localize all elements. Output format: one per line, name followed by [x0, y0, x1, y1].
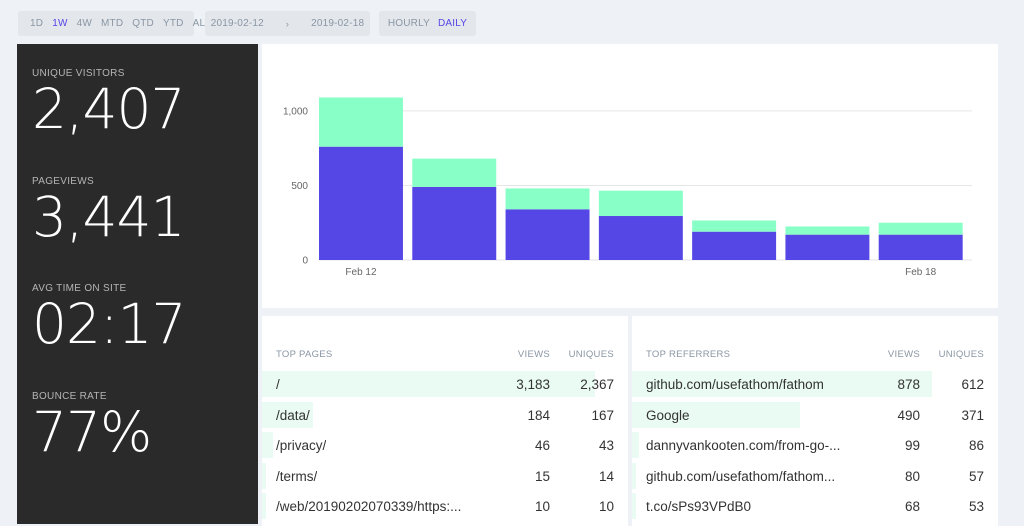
row-name[interactable]: / [276, 377, 280, 392]
bar-series2-feb-17[interactable] [785, 226, 870, 235]
row-share-bar [262, 462, 266, 489]
row-share-bar [632, 432, 640, 458]
table-header: TOP REFERRERS VIEWS UNIQUES [632, 349, 998, 361]
row-views: 99 [904, 438, 920, 453]
row-name[interactable]: dannyvankooten.com/from-go-... [646, 438, 840, 453]
row-name[interactable]: github.com/usefathom/fathom... [646, 469, 835, 484]
bar-series1-feb-15[interactable] [598, 216, 683, 260]
bar-series2-feb-14[interactable] [505, 188, 590, 210]
period-option-ytd[interactable]: YTD [163, 18, 184, 29]
col-header-views: VIEWS [887, 349, 920, 360]
table-row[interactable]: /web/20190202070339/https:... 10 10 [262, 493, 628, 521]
row-name[interactable]: /privacy/ [276, 438, 326, 453]
bar-series1-feb-17[interactable] [785, 234, 870, 260]
stat-value: 77% [32, 400, 152, 464]
row-uniques: 43 [598, 438, 614, 453]
row-views: 490 [897, 407, 920, 423]
bar-series2-feb-16[interactable] [692, 220, 777, 232]
table-row[interactable]: t.co/sPs93VPdB0 68 53 [632, 493, 998, 521]
bar-series1-feb-13[interactable] [412, 186, 497, 260]
row-name[interactable]: /terms/ [276, 469, 317, 484]
x-tick-label: Feb 18 [905, 267, 937, 278]
bar-series1-feb-18[interactable] [878, 234, 963, 260]
date-start[interactable]: 2019-02-12 [211, 18, 264, 29]
row-share-bar [632, 493, 636, 519]
period-option-4w[interactable]: 4W [77, 18, 92, 29]
bar-series2-feb-18[interactable] [878, 222, 963, 235]
table-row[interactable]: / 3,183 2,367 [262, 371, 628, 399]
bar-series1-feb-16[interactable] [692, 231, 777, 260]
row-uniques: 167 [591, 407, 614, 423]
stat-value: 02:17 [32, 292, 187, 356]
row-name[interactable]: github.com/usefathom/fathom [646, 377, 824, 392]
date-end[interactable]: 2019-02-18 [311, 18, 364, 29]
top-pages-table: TOP PAGES VIEWS UNIQUES / 3,183 2,367/data… [262, 316, 628, 526]
row-share-bar [262, 432, 273, 458]
period-selector: 1D 1W 4W MTD QTD YTD ALL [18, 11, 211, 36]
stat-pageviews: PAGEVIEWS 3,441 [32, 176, 185, 249]
bar-series1-feb-12[interactable] [319, 146, 403, 260]
stat-value: 2,407 [32, 77, 185, 141]
period-option-1d[interactable]: 1D [30, 18, 43, 29]
stat-avg-time-on-site: AVG TIME ON SITE 02:17 [32, 283, 187, 356]
interval-selector: HOURLY DAILY [379, 11, 476, 36]
row-uniques: 2,367 [580, 377, 614, 392]
row-views: 3,183 [516, 377, 550, 392]
row-name[interactable]: Google [646, 408, 690, 423]
row-uniques: 371 [961, 407, 984, 423]
bar-series2-feb-12[interactable] [319, 97, 403, 147]
period-option-1w[interactable]: 1W [52, 18, 67, 29]
bar-series2-feb-15[interactable] [598, 190, 683, 217]
row-views: 184 [527, 407, 550, 423]
interval-option-daily[interactable]: DAILY [438, 18, 467, 29]
date-range-picker[interactable]: 2019-02-12 › 2019-02-18 [205, 11, 370, 36]
y-tick-label: 1,000 [283, 106, 308, 117]
top-referrers-table: TOP REFERRERS VIEWS UNIQUES github.com/u… [632, 316, 998, 526]
table-row[interactable]: /terms/15 14 [262, 462, 628, 491]
x-tick-label: Feb 12 [345, 267, 377, 278]
table-row[interactable]: /data/184 167 [262, 401, 628, 430]
y-tick-label: 500 [291, 181, 308, 192]
row-uniques: 57 [968, 468, 984, 484]
chevron-right-icon: › [285, 18, 290, 29]
row-share-bar [262, 493, 266, 519]
col-header-uniques: UNIQUES [938, 349, 984, 360]
interval-option-hourly[interactable]: HOURLY [388, 18, 430, 29]
table-row[interactable]: github.com/usefathom/fathom 878 612 [632, 371, 998, 399]
y-tick-label: 0 [302, 256, 308, 267]
table-header: TOP PAGES VIEWS UNIQUES [262, 349, 628, 361]
row-views: 46 [534, 438, 550, 453]
table-row[interactable]: Google 490 371 [632, 401, 998, 430]
row-share-bar [632, 462, 636, 489]
period-option-mtd[interactable]: MTD [101, 18, 123, 29]
col-header-uniques: UNIQUES [568, 349, 614, 360]
bar-series1-feb-14[interactable] [505, 209, 590, 260]
row-views: 80 [904, 468, 920, 484]
pageviews-chart: 0 500 1,000 Feb 12 Feb 18 [283, 97, 972, 278]
row-views: 15 [534, 468, 550, 484]
row-views: 878 [897, 377, 920, 392]
col-header-views: VIEWS [517, 349, 550, 360]
row-uniques: 14 [598, 468, 614, 484]
col-header-name: TOP PAGES [276, 349, 333, 360]
bar-series2-feb-13[interactable] [412, 158, 497, 187]
row-name[interactable]: /data/ [276, 408, 310, 423]
stats-panel: UNIQUE VISITORS 2,407 PAGEVIEWS 3,441 AV… [17, 44, 258, 524]
stat-unique-visitors: UNIQUE VISITORS 2,407 [32, 68, 185, 141]
stat-bounce-rate: BOUNCE RATE 77% [32, 391, 152, 464]
pageviews-chart-card: 0 500 1,000 Feb 12 Feb 18 [262, 44, 998, 308]
row-uniques: 86 [968, 438, 984, 453]
table-row[interactable]: github.com/usefathom/fathom... 80 57 [632, 462, 998, 491]
table-row[interactable]: dannyvankooten.com/from-go-... 99 86 [632, 432, 998, 460]
stat-value: 3,441 [32, 185, 185, 249]
period-option-qtd[interactable]: QTD [132, 18, 154, 29]
row-uniques: 612 [961, 377, 984, 392]
table-row[interactable]: /privacy/46 43 [262, 432, 628, 460]
col-header-name: TOP REFERRERS [646, 349, 731, 360]
